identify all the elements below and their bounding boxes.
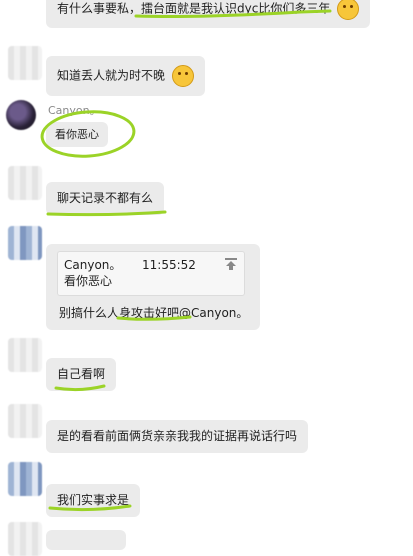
message-text: 看你恶心	[55, 128, 99, 141]
message-text: 我们实事求是	[57, 493, 130, 507]
message-text: 有什么事要私，擂台面就是我认识dyc比你们多三年	[57, 1, 331, 16]
message-bubble[interactable]: 聊天记录不都有么	[46, 182, 165, 215]
message-text: 是的看看前面俩货亲亲我我的证据再说话行吗	[57, 429, 298, 443]
message-bubble[interactable]: 有什么事要私，擂台面就是我认识dyc比你们多三年	[46, 0, 371, 28]
avatar[interactable]	[8, 46, 42, 80]
message-bubble[interactable]: 知道丢人就为时不晚	[46, 56, 205, 96]
avatar[interactable]	[8, 338, 42, 372]
avatar[interactable]	[8, 226, 42, 260]
avatar[interactable]	[8, 462, 42, 496]
avatar[interactable]	[8, 404, 42, 438]
sender-name: Canyon。	[48, 104, 101, 117]
avatar[interactable]	[8, 522, 42, 556]
message-bubble[interactable]: 是的看看前面俩货亲亲我我的证据再说话行吗	[46, 420, 309, 453]
quoted-sender: Canyon。	[64, 258, 122, 272]
avatar[interactable]	[8, 166, 42, 200]
message-text: 知道丢人就为时不晚	[57, 68, 166, 83]
quote-message-bubble[interactable]: Canyon。 11:55:52 看你恶心 别搞什么人身攻击好吧@Canyon。	[46, 244, 260, 330]
message-bubble[interactable]	[46, 530, 126, 550]
message-bubble[interactable]: 自己看啊	[46, 358, 117, 391]
message-bubble[interactable]: 看你恶心	[46, 122, 108, 147]
avatar[interactable]	[6, 100, 36, 130]
message-text: 自己看啊	[57, 367, 106, 381]
message-bubble[interactable]: 我们实事求是	[46, 484, 141, 517]
quoted-text: 看你恶心	[64, 274, 113, 288]
message-text: 别搞什么人身攻击好吧@Canyon。	[59, 306, 249, 320]
quoted-message[interactable]: Canyon。 11:55:52 看你恶心	[57, 251, 245, 296]
quoted-time: 11:55:52	[142, 258, 196, 272]
arrow-up-icon[interactable]	[224, 257, 238, 271]
message-text: 聊天记录不都有么	[57, 191, 154, 205]
grin-sweat-emoji-icon	[171, 65, 194, 87]
grin-sweat-emoji-icon	[337, 0, 360, 20]
